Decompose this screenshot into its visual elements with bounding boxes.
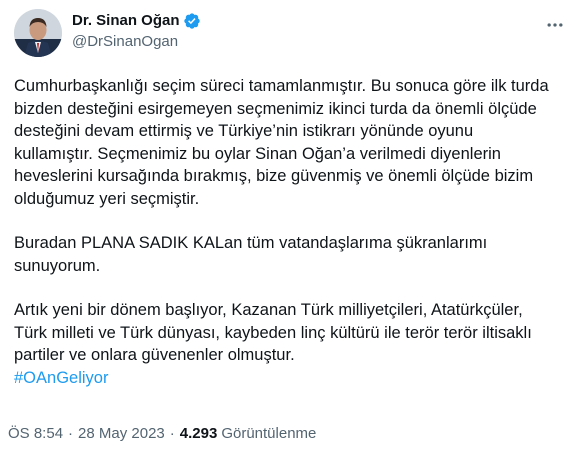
views-count: 4.293	[179, 425, 218, 442]
handle[interactable]: @DrSinanOgan	[72, 32, 201, 52]
tweet-paragraph-2: Buradan PLANA SADIK KALan tüm vatandaşla…	[14, 234, 488, 275]
verified-badge-icon	[183, 12, 201, 30]
meta-separator: ·	[68, 425, 74, 442]
tweet-text: Cumhurbaşkanlığı seçim süreci tamamlanmı…	[14, 75, 576, 389]
tweet-time[interactable]: ÖS 8:54	[8, 425, 63, 442]
tweet-paragraph-3: Artık yeni bir dönem başlıyor, Kazanan T…	[14, 301, 532, 364]
avatar[interactable]	[14, 9, 62, 57]
avatar-image	[14, 9, 62, 57]
meta-separator: ·	[169, 425, 175, 442]
tweet-date[interactable]: 28 May 2023	[78, 425, 165, 442]
tweet-meta: ÖS 8:54 · 28 May 2023 · 4.293 Görüntülen…	[8, 425, 316, 442]
views-label: Görüntülenme	[221, 425, 317, 442]
display-name[interactable]: Dr. Sinan Oğan	[72, 11, 180, 31]
tweet-card: Dr. Sinan Oğan @DrSinanOgan Cumhurbaşkan…	[0, 0, 584, 454]
hashtag-link[interactable]: #OAnGeliyor	[14, 367, 576, 390]
author-info: Dr. Sinan Oğan @DrSinanOgan	[72, 11, 201, 52]
more-options-icon[interactable]	[544, 14, 566, 36]
tweet-paragraph-1: Cumhurbaşkanlığı seçim süreci tamamlanmı…	[14, 77, 549, 208]
name-row: Dr. Sinan Oğan	[72, 11, 201, 31]
